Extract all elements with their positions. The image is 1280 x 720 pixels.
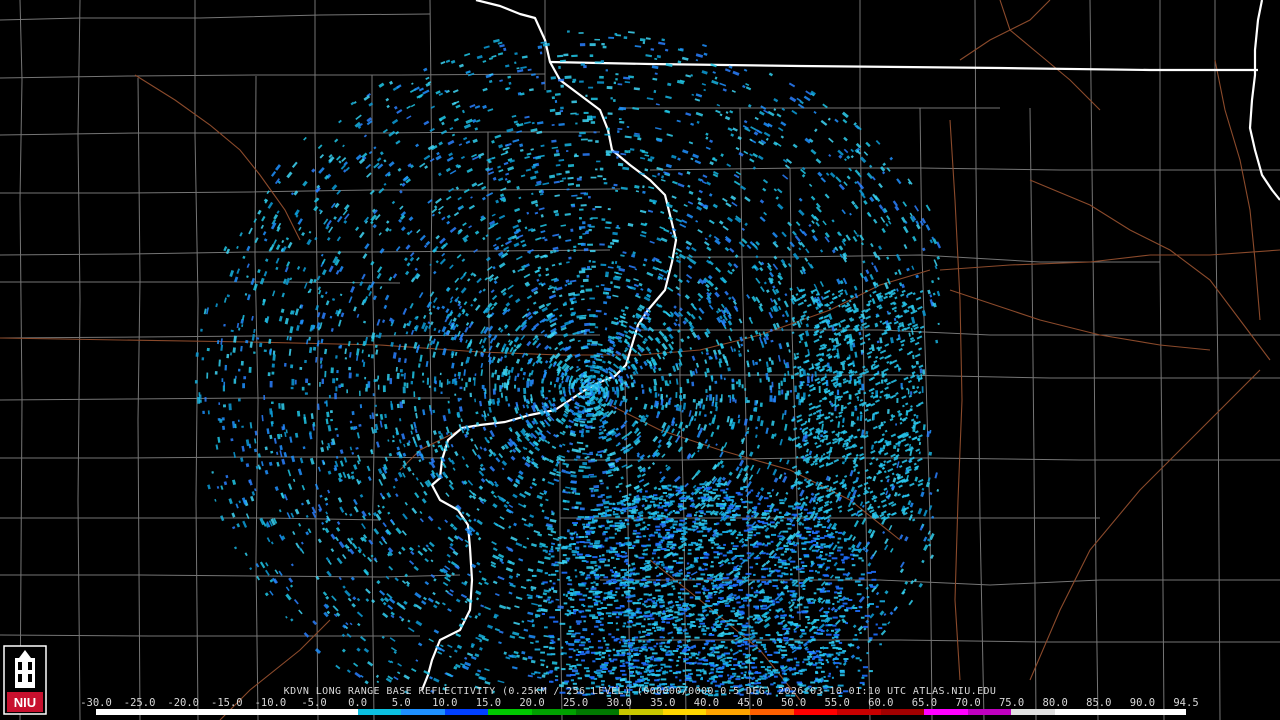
legend-label: 35.0 [650, 697, 676, 709]
legend-swatch [749, 709, 794, 715]
legend-swatch [967, 709, 1012, 715]
legend-swatch [662, 709, 707, 715]
legend-swatch [313, 709, 358, 715]
legend-swatch [270, 709, 314, 715]
legend-labels: -30.0 -25.0 -20.0 -15.0 -10.0 -5.0 0.0 5.0 10.0 1… [80, 697, 1198, 709]
legend-swatch [837, 709, 881, 715]
legend-label: -10.0 [254, 697, 287, 709]
product-caption: KDVN LONG RANGE BASE REFLECTIVITY (0.25K… [283, 686, 997, 697]
legend-label: 85.0 [1086, 697, 1112, 709]
legend-label: 94.5 [1173, 697, 1199, 709]
legend-swatch [706, 709, 750, 715]
legend-swatch [531, 709, 576, 715]
legend-label: 75.0 [998, 697, 1025, 709]
legend-swatch [880, 709, 925, 715]
legend-label: 65.0 [911, 697, 938, 709]
logo-text: NIU [14, 695, 36, 710]
legend-label: 70.0 [955, 697, 981, 709]
legend-label: 10.0 [432, 697, 458, 709]
legend-label: 60.0 [868, 697, 894, 709]
legend-label: 5.0 [391, 697, 411, 709]
legend-swatch [96, 709, 140, 715]
legend-label: 55.0 [824, 697, 850, 709]
legend-label: 30.0 [606, 697, 632, 709]
legend-swatch [139, 709, 184, 715]
legend-label: 0.0 [348, 697, 368, 709]
legend-swatch [226, 709, 271, 715]
legend-swatch [1011, 709, 1056, 715]
legend-label: -30.0 [80, 697, 112, 709]
legend-label: -25.0 [123, 697, 156, 709]
legend-swatch [444, 709, 489, 715]
legend-label: 40.0 [693, 697, 720, 709]
legend-swatch [924, 709, 968, 715]
legend-label: 15.0 [475, 697, 502, 709]
legend-swatch [488, 709, 532, 715]
legend-swatch [183, 709, 227, 715]
legend-swatch [1055, 709, 1099, 715]
legend-swatch [401, 709, 445, 715]
legend-label: -15.0 [210, 697, 243, 709]
color-scale-bar [96, 709, 1186, 715]
legend-label: -20.0 [167, 697, 199, 709]
legend-label: 45.0 [737, 697, 763, 709]
legend-label: 50.0 [780, 697, 807, 709]
legend-swatch [575, 709, 620, 715]
legend-label: -5.0 [301, 697, 327, 709]
radar-map [0, 0, 1280, 720]
legend-swatch [357, 709, 402, 715]
legend-swatch [1098, 709, 1143, 715]
legend-label: 20.0 [519, 697, 545, 709]
legend-swatch [619, 709, 663, 715]
niu-logo: NIU [3, 645, 47, 715]
legend-swatch [1142, 709, 1186, 715]
legend-swatch [793, 709, 838, 715]
legend-label: 90.0 [1129, 697, 1156, 709]
legend-label: 25.0 [562, 697, 589, 709]
legend-label: 80.0 [1042, 697, 1068, 709]
